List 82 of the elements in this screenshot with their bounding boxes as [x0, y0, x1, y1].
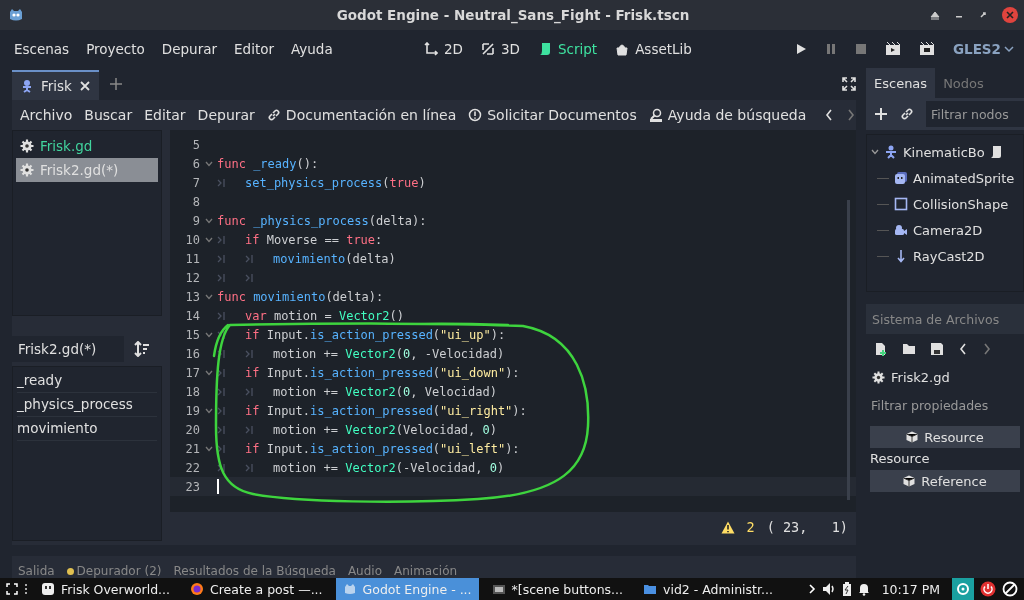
tree-item[interactable]: RayCast2D: [913, 248, 985, 264]
code-line: motion += Vector2(0, -Velocidad): [273, 346, 505, 361]
code-line: set_physics_process(true): [245, 175, 426, 190]
bottom-panel-tab[interactable]: Salida: [18, 564, 55, 578]
taskbar-window-button[interactable]: Frisk Overworld...: [34, 578, 178, 600]
bottom-panel-tab[interactable]: Animación: [394, 564, 458, 578]
inspector-label: Resource: [870, 450, 931, 468]
code-line: if Input.is_action_pressed("ui_left"):: [245, 441, 520, 456]
line-number: 15: [184, 327, 200, 342]
help-link-button[interactable]: Ayuda de búsqueda: [648, 107, 807, 123]
inspector-category[interactable]: Resource: [870, 426, 1020, 448]
script-menu-item[interactable]: Archivo: [20, 107, 73, 123]
script-menu-item[interactable]: Editar: [144, 107, 186, 123]
warning-count: 2: [746, 519, 755, 535]
line-number: 19: [184, 403, 200, 418]
line-number: 6: [191, 156, 200, 171]
line-number: 5: [191, 137, 200, 152]
script-menu-item[interactable]: Depurar: [197, 107, 255, 123]
clock[interactable]: 10:17 PM: [875, 581, 946, 597]
node-filter-field[interactable]: Filtrar nodos: [926, 101, 1024, 127]
tree-item[interactable]: AnimatedSprite: [913, 170, 1015, 186]
line-number: 17: [184, 365, 200, 380]
renderer-dropdown[interactable]: GLES2: [952, 41, 1014, 57]
line-number: 7: [191, 175, 200, 190]
bottom-panel-tab[interactable]: Audio: [347, 564, 382, 578]
method-list-item[interactable]: _ready: [17, 369, 157, 393]
script-menu-item[interactable]: Buscar: [84, 107, 133, 123]
help-link-button[interactable]: Solicitar Documentos: [468, 107, 637, 123]
line-number: 23: [184, 479, 200, 494]
code-line: func _ready():: [217, 156, 319, 171]
code-line: if Input.is_action_pressed("ui_up"):: [245, 327, 506, 342]
code-line: var motion = Vector2(): [245, 308, 404, 323]
dock-tab[interactable]: Escenas: [866, 68, 936, 98]
workspace-tab[interactable]: Script: [537, 41, 598, 57]
taskbar-window-button[interactable]: *[scene buttons...: [484, 578, 631, 600]
help-link-button[interactable]: Documentación en línea: [266, 107, 457, 123]
taskbar-window-button[interactable]: vid2 - Administr...: [636, 578, 780, 600]
workspace-tab[interactable]: 3D: [481, 41, 520, 57]
code-line: motion += Vector2(-Velocidad, 0): [273, 460, 505, 475]
filesystem-title: Sistema de Archivos: [872, 311, 1000, 327]
code-line: motion += Vector2(0, Velocidad): [273, 384, 497, 399]
menu-item[interactable]: Depurar: [161, 41, 218, 57]
menu-item[interactable]: Editor: [234, 41, 274, 57]
script-filter-field[interactable]: Frisk2.gd(*): [12, 336, 124, 362]
code-line: motion += Vector2(Velocidad, 0): [273, 422, 497, 437]
line-number: 14: [184, 308, 200, 323]
menu-item[interactable]: Proyecto: [86, 41, 145, 57]
tree-item[interactable]: CollisionShape: [913, 196, 1009, 212]
code-line: if Input.is_action_pressed("ui_right"):: [245, 403, 527, 418]
code-line: if Input.is_action_pressed("ui_down"):: [245, 365, 520, 380]
line-number: 13: [184, 289, 200, 304]
window-title: Godot Engine - Neutral_Sans_Fight - Frisk.tscn: [336, 7, 690, 23]
line-number: 16: [184, 346, 200, 361]
menu-item[interactable]: Escenas: [14, 41, 70, 57]
workspace-tab[interactable]: AssetLib: [615, 41, 692, 57]
scene-tab[interactable]: Frisk: [12, 70, 99, 100]
code-line: func movimiento(delta):: [217, 289, 384, 304]
method-list-item[interactable]: _physics_process: [17, 393, 157, 417]
resource-name: Frisk2.gd: [891, 369, 950, 385]
line-number: 12: [184, 270, 200, 285]
line-number: 22: [184, 460, 200, 475]
inspector-category[interactable]: Reference: [870, 470, 1020, 492]
tree-item[interactable]: Camera2D: [913, 222, 983, 238]
workspace-tab[interactable]: 2D: [424, 41, 463, 57]
line-number: 18: [184, 384, 200, 399]
cursor-position: ( 23, 1): [766, 519, 848, 535]
code-line: movimiento(delta): [273, 251, 396, 266]
line-number: 21: [184, 441, 200, 456]
script-list-item[interactable]: Frisk.gd: [16, 134, 158, 158]
line-number: 9: [191, 213, 200, 228]
bottom-panel-tab[interactable]: Resultados de la Búsqueda: [173, 564, 336, 578]
code-line: if Moverse == true:: [245, 232, 383, 247]
menu-item[interactable]: Ayuda: [291, 41, 333, 57]
code-line: func _physics_process(delta):: [217, 213, 427, 228]
bottom-panel-tab[interactable]: Depurador (2): [66, 564, 162, 578]
taskbar-window-button[interactable]: Create a post —...: [183, 578, 330, 600]
line-number: 11: [184, 251, 200, 266]
line-number: 20: [184, 422, 200, 437]
tree-item[interactable]: KinematicBo: [903, 144, 985, 160]
line-number: 8: [191, 194, 200, 209]
line-number: 10: [184, 232, 200, 247]
method-list-item[interactable]: movimiento: [17, 417, 157, 441]
